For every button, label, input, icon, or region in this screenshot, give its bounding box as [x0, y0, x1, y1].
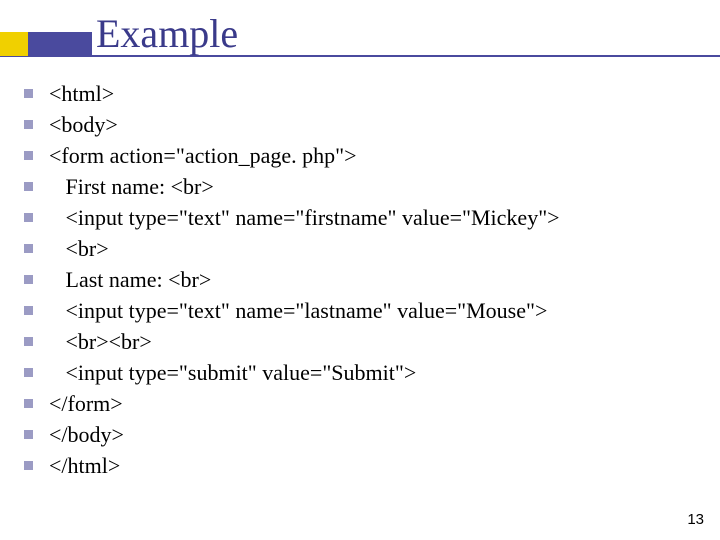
bullet-icon	[24, 182, 33, 191]
code-line: </form>	[24, 388, 700, 419]
code-line: <br><br>	[24, 326, 700, 357]
code-line: </body>	[24, 419, 700, 450]
code-text: Last name: <br>	[49, 267, 211, 293]
bullet-icon	[24, 399, 33, 408]
code-text: <html>	[49, 81, 114, 107]
code-line: <body>	[24, 109, 700, 140]
code-line: Last name: <br>	[24, 264, 700, 295]
bullet-icon	[24, 306, 33, 315]
code-text: <br>	[49, 236, 109, 262]
code-line: First name: <br>	[24, 171, 700, 202]
code-text: <br><br>	[49, 329, 152, 355]
slide-title: Example	[96, 10, 238, 57]
bullet-icon	[24, 430, 33, 439]
code-text: </html>	[49, 453, 120, 479]
code-text: </body>	[49, 422, 124, 448]
header-accent-block	[0, 32, 28, 56]
slide-content: <html> <body> <form action="action_page.…	[24, 78, 700, 481]
code-line: <html>	[24, 78, 700, 109]
code-text: </form>	[49, 391, 123, 417]
bullet-icon	[24, 461, 33, 470]
code-text: <input type="submit" value="Submit">	[49, 360, 416, 386]
code-line: <input type="submit" value="Submit">	[24, 357, 700, 388]
bullet-icon	[24, 337, 33, 346]
code-text: <body>	[49, 112, 118, 138]
page-number: 13	[687, 511, 704, 528]
bullet-icon	[24, 120, 33, 129]
code-line: </html>	[24, 450, 700, 481]
bullet-icon	[24, 89, 33, 98]
code-line: <input type="text" name="lastname" value…	[24, 295, 700, 326]
code-text: <form action="action_page. php">	[49, 143, 356, 169]
bullet-icon	[24, 151, 33, 160]
code-text: <input type="text" name="firstname" valu…	[49, 205, 560, 231]
code-line: <form action="action_page. php">	[24, 140, 700, 171]
bullet-icon	[24, 213, 33, 222]
bullet-icon	[24, 275, 33, 284]
bullet-icon	[24, 244, 33, 253]
bullet-icon	[24, 368, 33, 377]
code-line: <br>	[24, 233, 700, 264]
code-text: <input type="text" name="lastname" value…	[49, 298, 547, 324]
code-line: <input type="text" name="firstname" valu…	[24, 202, 700, 233]
code-text: First name: <br>	[49, 174, 214, 200]
